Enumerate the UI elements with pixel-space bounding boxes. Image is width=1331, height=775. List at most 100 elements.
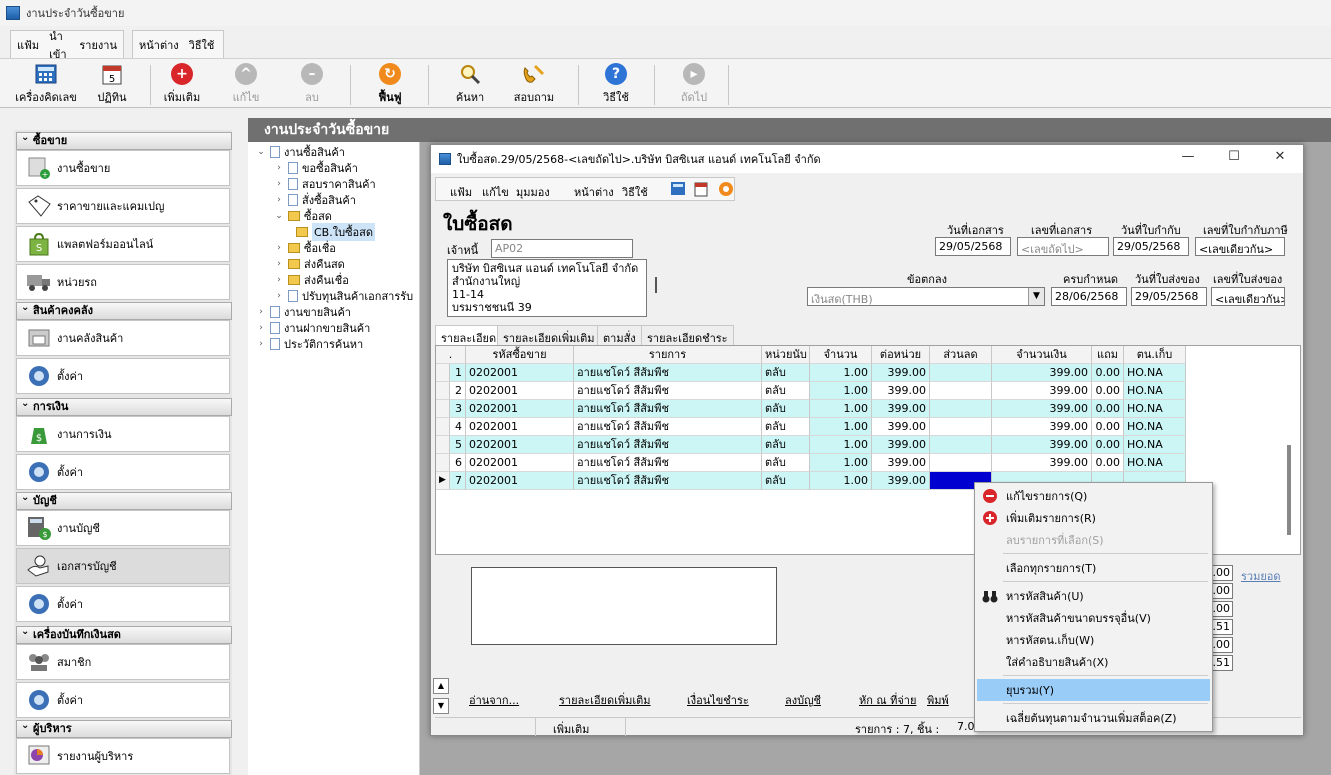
row-header[interactable] — [436, 454, 450, 472]
nav-item-pos-settings[interactable]: ตั้งค่า — [16, 682, 230, 718]
ctx-find-location[interactable]: หารหัสตน.เก็บ(W) — [977, 629, 1210, 651]
ctx-add-item[interactable]: เพิ่มเติมรายการ(R) — [977, 507, 1210, 529]
nav-item-accounting-docs[interactable]: เอกสารบัญชี — [16, 548, 230, 584]
nav-section-trade[interactable]: ซื้อขาย — [16, 130, 232, 150]
nav-item-vehicle-unit[interactable]: หน่วยรถ — [16, 264, 230, 300]
grid-cell[interactable]: 399.00 — [872, 454, 930, 472]
search-button[interactable]: ค้นหา — [436, 63, 504, 107]
grid-cell[interactable]: HO.NA — [1124, 454, 1186, 472]
grid-cell[interactable]: HO.NA — [1124, 382, 1186, 400]
grid-cell[interactable]: 0.00 — [1092, 364, 1124, 382]
nav-item-warehouse[interactable]: งานคลังสินค้า — [16, 320, 230, 356]
nav-item-inventory-settings[interactable]: ตั้งค่า — [16, 358, 230, 394]
grid-cell[interactable]: 1.00 — [810, 382, 872, 400]
nav-item-accounting-work[interactable]: $ งานบัญชี — [16, 510, 230, 546]
grid-cell[interactable] — [930, 364, 992, 382]
close-button[interactable]: ✕ — [1265, 149, 1295, 169]
grid-cell[interactable]: 0202001 — [466, 472, 574, 490]
grid-cell[interactable]: 399.00 — [872, 418, 930, 436]
grid-cell[interactable]: HO.NA — [1124, 364, 1186, 382]
tree-node-cash-purchase[interactable]: ⌄ ซื้อสด — [274, 208, 332, 224]
grid-cell[interactable]: 1.00 — [810, 472, 872, 490]
nav-item-accounting-settings[interactable]: ตั้งค่า — [16, 586, 230, 622]
grid-header[interactable]: รหัสซื้อขาย — [466, 346, 574, 364]
win-menu-view[interactable]: มุมมอง — [516, 183, 550, 201]
grid-cell[interactable]: 0202001 — [466, 436, 574, 454]
ctx-edit-item[interactable]: แก้ไขรายการ(Q) — [977, 485, 1210, 507]
menu-report[interactable]: รายงาน — [79, 36, 117, 54]
grid-cell[interactable]: 2 — [450, 382, 466, 400]
grid-header[interactable]: ส่วนลด — [930, 346, 992, 364]
ctx-find-product[interactable]: หารหัสสินค้า(U) — [977, 585, 1210, 607]
tax-date-field[interactable]: 29/05/2568 — [1113, 237, 1189, 256]
grid-cell[interactable]: 0.00 — [1092, 436, 1124, 454]
help-button[interactable]: ? วิธีใช้ — [582, 63, 650, 107]
nav-item-finance-work[interactable]: $ งานการเงิน — [16, 416, 230, 452]
ctx-product-description[interactable]: ใส่คำอธิบายสินค้า(X) — [977, 651, 1210, 673]
row-header[interactable] — [436, 400, 450, 418]
tree-node-price-inquiry[interactable]: › สอบราคาสินค้า — [274, 176, 376, 192]
grid-cell[interactable]: อายแชโดว์ สีส้มพีช — [574, 364, 762, 382]
sum-link[interactable]: รวมยอด — [1241, 567, 1281, 585]
grid-scrollbar[interactable] — [1287, 445, 1291, 535]
grid-cell[interactable]: อายแชโดว์ สีส้มพีช — [574, 400, 762, 418]
grid-cell[interactable]: 1.00 — [810, 454, 872, 472]
grid-header[interactable]: จำนวน — [810, 346, 872, 364]
minimize-button[interactable]: — — [1173, 149, 1203, 169]
grid-cell[interactable]: 0.00 — [1092, 382, 1124, 400]
link-more-details[interactable]: รายละเอียดเพิ่มเติม — [559, 691, 651, 709]
grid-cell[interactable]: 399.00 — [872, 400, 930, 418]
tab-details[interactable]: รายละเอียด — [435, 325, 503, 345]
grid-header[interactable]: ต่อหน่วย — [872, 346, 930, 364]
link-read-from[interactable]: อ่านจาก... — [469, 691, 519, 709]
tree-node-credit-return[interactable]: › ส่งคืนเชื่อ — [274, 272, 349, 288]
terms-select[interactable]: เงินสด(THB) ▼ — [807, 287, 1045, 306]
restore-button[interactable]: ↻ ฟื้นฟู — [356, 63, 424, 107]
menu-file[interactable]: แฟ้ม — [17, 36, 39, 54]
grid-cell[interactable]: 5 — [450, 436, 466, 454]
grid-cell[interactable]: 399.00 — [992, 382, 1092, 400]
win-menu-howto[interactable]: วิธีใช้ — [622, 183, 648, 201]
ctx-select-all[interactable]: เลือกทุกรายการ(T) — [977, 557, 1210, 579]
grid-cell[interactable]: 1.00 — [810, 418, 872, 436]
tree-node-cost-adjust[interactable]: › ปรับทุนสินค้าเอกสารรับ — [274, 288, 413, 304]
grid-cell[interactable] — [930, 418, 992, 436]
grid-cell[interactable]: 399.00 — [872, 436, 930, 454]
grid-cell[interactable]: 1.00 — [810, 364, 872, 382]
calendar-button[interactable]: 5 ปฏิทิน — [78, 63, 146, 107]
nav-item-members[interactable]: สมาชิก — [16, 644, 230, 680]
edit-button[interactable]: ^ แก้ไข — [212, 63, 280, 107]
row-header[interactable] — [436, 364, 450, 382]
tree-node-cb-cash-purchase[interactable]: CB.ใบซื้อสด — [296, 223, 376, 241]
nav-section-finance[interactable]: การเงิน — [16, 396, 232, 416]
nav-item-finance-settings[interactable]: ตั้งค่า — [16, 454, 230, 490]
tree-node-cash-return[interactable]: › ส่งคืนสด — [274, 256, 345, 272]
grid-cell[interactable]: 0.00 — [1092, 400, 1124, 418]
memo-textarea[interactable] — [471, 567, 777, 645]
grid-cell[interactable]: อายแชโดว์ สีส้มพีช — [574, 472, 762, 490]
calculator-icon[interactable] — [670, 181, 686, 199]
grid-header[interactable]: จำนวนเงิน — [992, 346, 1092, 364]
nav-section-inventory[interactable]: สินค้าคงคลัง — [16, 300, 232, 320]
add-button[interactable]: + เพิ่มเติม — [148, 63, 216, 107]
grid-cell[interactable]: HO.NA — [1124, 418, 1186, 436]
tab-more-details[interactable]: รายละเอียดเพิ่มเติม — [497, 325, 601, 345]
nav-section-executive[interactable]: ผู้บริหาร — [16, 718, 232, 738]
grid-cell[interactable]: 0.00 — [1092, 454, 1124, 472]
tree-node-search-history[interactable]: › ประวัติการค้นหา — [256, 336, 363, 352]
ctx-average-cost[interactable]: เฉลี่ยต้นทุนตามจำนวนเพิ่มสต็อค(Z) — [977, 707, 1210, 729]
grid-cell[interactable]: ตลับ — [762, 364, 810, 382]
grid-cell[interactable]: 7 — [450, 472, 466, 490]
tree-node-sales[interactable]: › งานขายสินค้า — [256, 304, 351, 320]
grid-cell[interactable]: HO.NA — [1124, 436, 1186, 454]
grid-cell[interactable]: 399.00 — [872, 364, 930, 382]
nav-item-online-platform[interactable]: S แพลตฟอร์มออนไลน์ — [16, 226, 230, 262]
tree-node-purchase-order[interactable]: › สั่งซื้อสินค้า — [274, 192, 356, 208]
grid-cell[interactable] — [930, 454, 992, 472]
tab-as-ordered[interactable]: ตามสั่ง — [597, 325, 642, 345]
grid-cell[interactable]: 3 — [450, 400, 466, 418]
creditor-code-field[interactable]: AP02 — [491, 239, 633, 258]
grid-header[interactable]: หน่วยนับ — [762, 346, 810, 364]
nav-item-executive-report[interactable]: รายงานผู้บริหาร — [16, 738, 230, 774]
nav-section-cash-register[interactable]: เครื่องบันทึกเงินสด — [16, 624, 232, 644]
